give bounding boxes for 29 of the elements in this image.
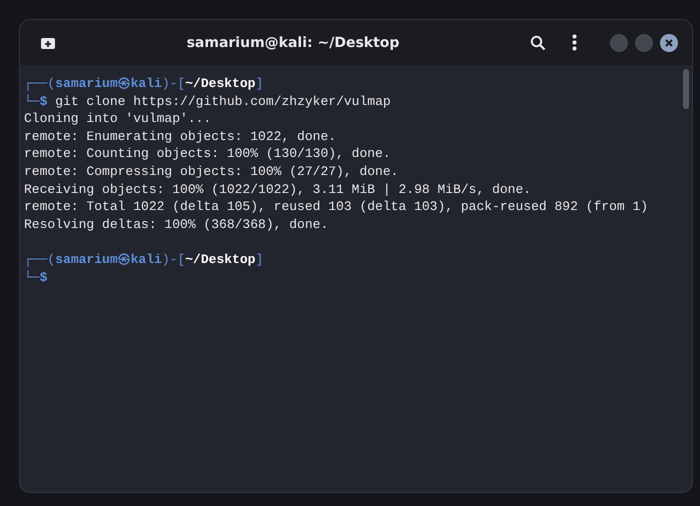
output-line: Cloning into 'vulmap'... <box>24 111 212 126</box>
prompt-frame: └─ <box>24 94 40 109</box>
prompt-frame: ┌──( <box>24 252 56 267</box>
new-tab-icon <box>40 36 56 50</box>
prompt-path: ~/Desktop <box>185 76 256 91</box>
prompt-user-host: samarium㉿kali <box>55 252 162 267</box>
output-line: Resolving deltas: 100% (368/368), done. <box>24 216 328 232</box>
prompt-frame: )-[ <box>162 76 186 91</box>
prompt-frame: └─ <box>24 270 40 285</box>
prompt-path: ~/Desktop <box>185 252 256 267</box>
prompt-frame: ] <box>255 252 264 267</box>
command-text: git clone https://github.com/zhzyker/vulmap <box>54 94 391 109</box>
prompt-frame: )-[ <box>162 252 186 267</box>
output-line: Receiving objects: 100% (1022/1022), 3.11 MiB | 2.98 MiB/s, done. <box>24 182 532 197</box>
output-line: remote: Enumerating objects: 1022, done. <box>24 128 336 144</box>
prompt-frame: ┌──( <box>24 76 56 91</box>
window-title: samarium@kali: ~/Desktop <box>186 34 400 50</box>
output-line: remote: Counting objects: 100% (130/130), done. <box>24 146 391 162</box>
output-line: remote: Total 1022 (delta 105), reused 103 (delta 103), pack-reused 892 (from 1) <box>24 199 648 214</box>
prompt-frame: ] <box>255 76 264 91</box>
search-icon <box>530 34 546 50</box>
prompt-user-host: samarium㉿kali <box>55 76 162 91</box>
output-line: remote: Compressing objects: 100% (27/27), done. <box>24 164 398 179</box>
close-button[interactable] <box>660 34 678 52</box>
scrollbar[interactable] <box>683 69 689 109</box>
prompt-sigil: $ <box>40 270 48 285</box>
close-icon <box>665 38 673 46</box>
menu-icon <box>572 34 576 51</box>
prompt-sigil: $ <box>40 94 48 109</box>
